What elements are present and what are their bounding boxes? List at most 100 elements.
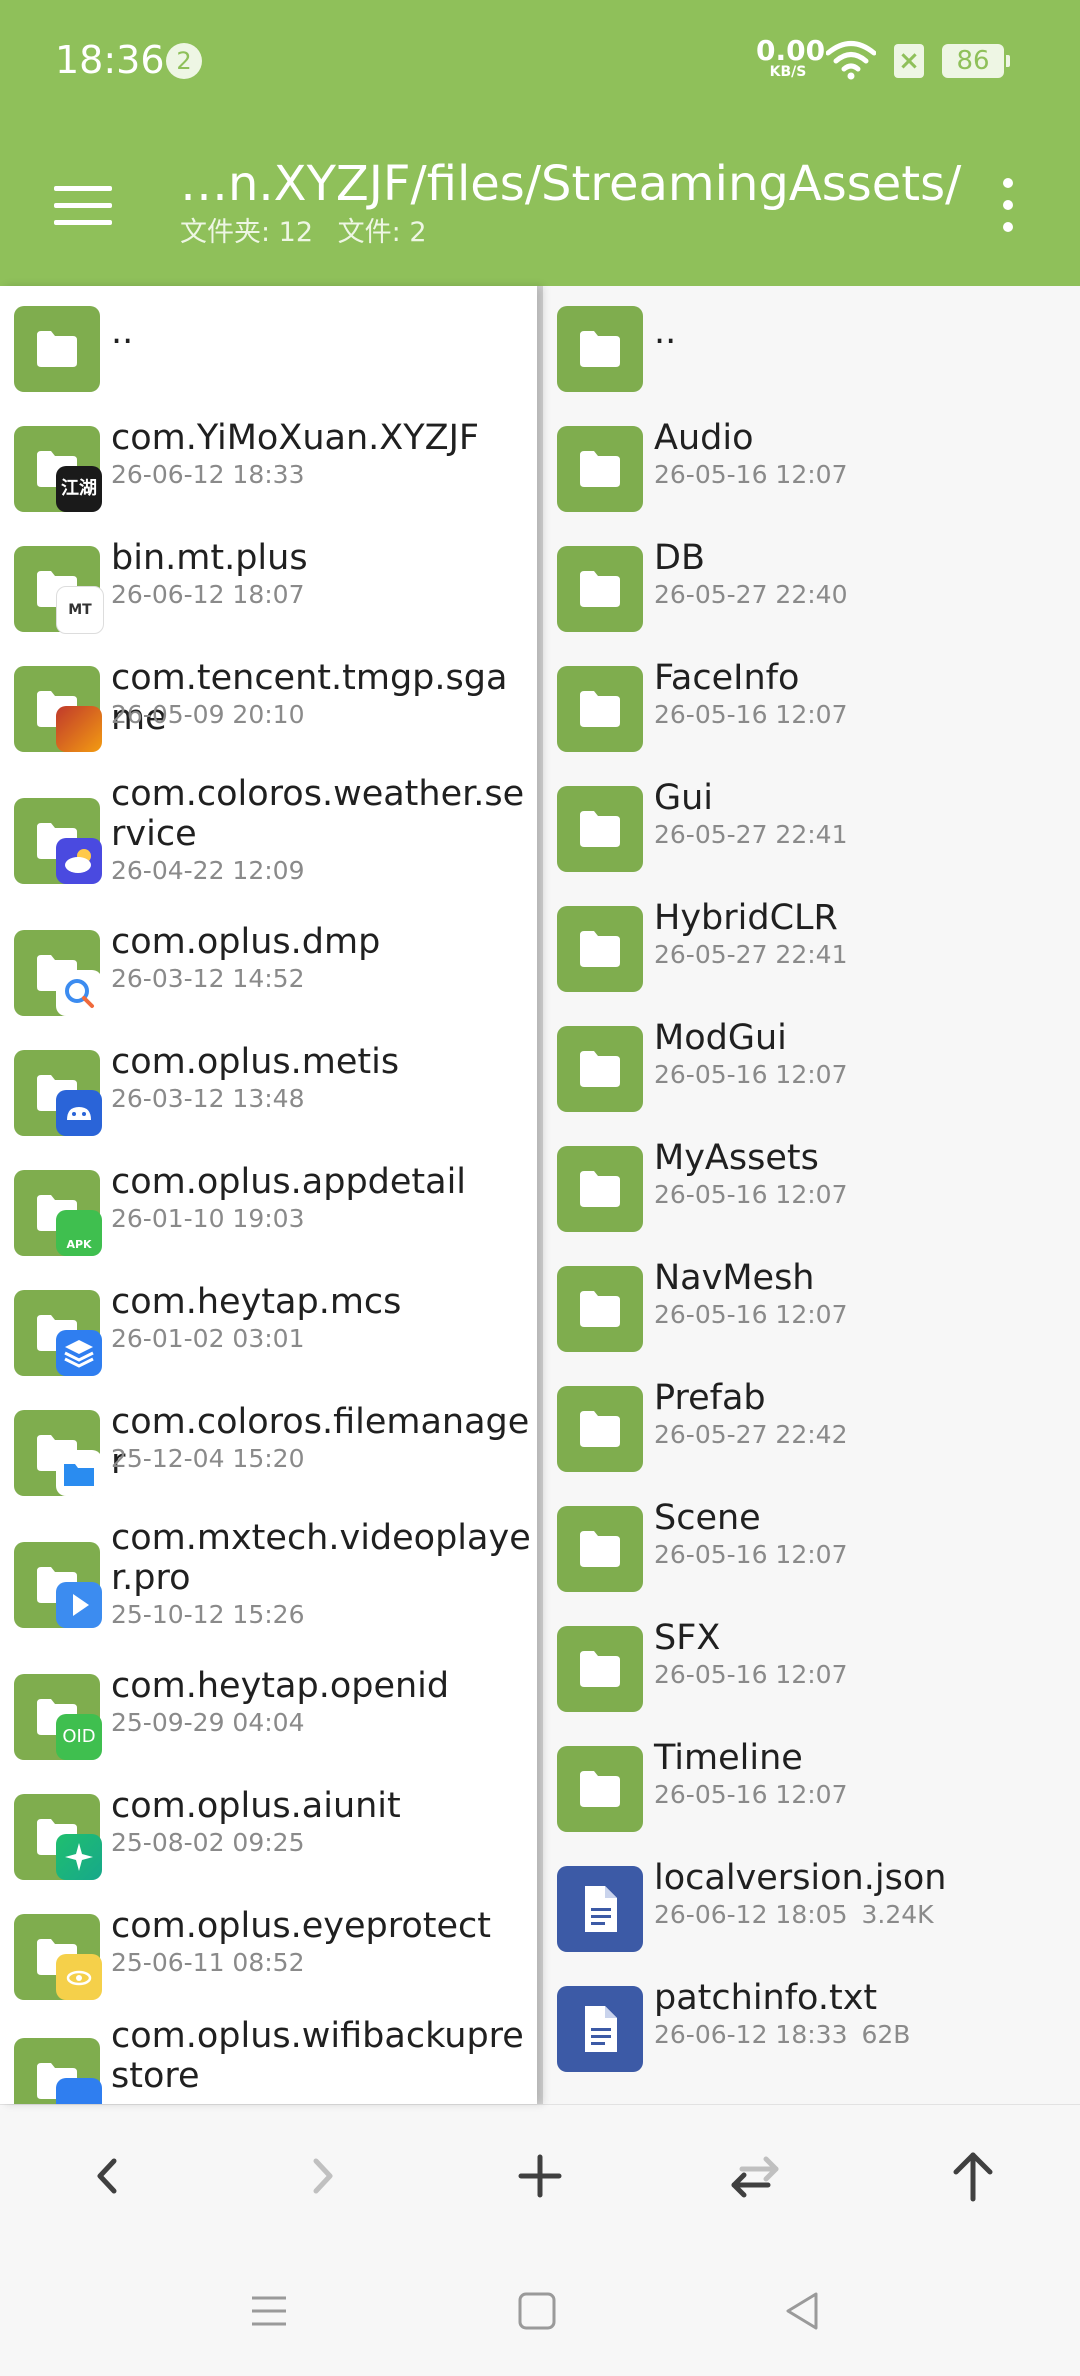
current-path[interactable]: …n.XYZJF/files/StreamingAssets/: [180, 156, 961, 212]
menu-icon[interactable]: [54, 186, 112, 226]
item-date: 26-05-27 22:41: [654, 940, 848, 969]
more-options-icon[interactable]: [998, 178, 1018, 234]
back-triangle-icon[interactable]: [778, 2286, 828, 2336]
network-speed-value: 0.00: [756, 34, 826, 67]
item-name: com.oplus.aiunit: [111, 1786, 401, 1826]
list-item[interactable]: com.oplus.eyeprotect 25-06-11 08:52: [0, 1894, 537, 2014]
item-name: ..: [111, 312, 134, 352]
up-icon[interactable]: [938, 2141, 1008, 2211]
list-item[interactable]: Scene 26-05-16 12:07: [543, 1486, 1080, 1606]
list-item[interactable]: DB 26-05-27 22:40: [543, 526, 1080, 646]
item-counts: 文件夹: 12 文件: 2: [180, 216, 427, 250]
item-date: 26-03-12 13:48: [111, 1084, 305, 1113]
item-name: com.mxtech.videoplayer.pro: [111, 1518, 531, 1598]
list-item[interactable]: Audio 26-05-16 12:07: [543, 406, 1080, 526]
top-app-bar: 18:36 2 0.00 KB/S × 86 …n.XYZJF/files/St…: [0, 0, 1080, 286]
item-date: 25-10-12 15:26: [111, 1600, 305, 1629]
item-name: com.oplus.wifibackuprestore: [111, 2016, 524, 2096]
item-date: 26-05-16 12:07: [654, 700, 848, 729]
wifi-icon: [826, 41, 876, 80]
list-item[interactable]: com.coloros.filemanager 25-12-04 15:20: [0, 1390, 537, 1510]
list-item[interactable]: com.oplus.wifibackuprestore: [0, 2014, 537, 2104]
item-name: Timeline: [654, 1738, 803, 1778]
list-item[interactable]: ModGui 26-05-16 12:07: [543, 1006, 1080, 1126]
right-file-pane[interactable]: .. Audio 26-05-16 12:07 DB 26-05-27 22:4…: [543, 286, 1080, 2104]
app-badge-icon: MT: [56, 586, 104, 634]
item-date: 26-05-16 12:07: [654, 460, 848, 489]
list-item-parent[interactable]: ..: [0, 286, 537, 406]
item-name: bin.mt.plus: [111, 538, 308, 578]
left-file-pane[interactable]: .. 江湖 com.YiMoXuan.XYZJF 26-06-12 18:33 …: [0, 286, 537, 2104]
item-date: 26-01-10 19:03: [111, 1204, 305, 1233]
item-name: HybridCLR: [654, 898, 838, 938]
document-icon: [557, 1986, 643, 2072]
swap-icon[interactable]: [720, 2141, 790, 2211]
list-item[interactable]: Prefab 26-05-27 22:42: [543, 1366, 1080, 1486]
list-item-parent[interactable]: ..: [543, 286, 1080, 406]
item-name: com.oplus.dmp: [111, 922, 381, 962]
item-name: patchinfo.txt: [654, 1978, 878, 2018]
list-item[interactable]: com.coloros.weather.service 26-04-22 12:…: [0, 766, 537, 910]
list-item[interactable]: com.tencent.tmgp.sgame 26-05-09 20:10: [0, 646, 537, 766]
folder-icon: [557, 426, 643, 512]
item-size: 3.24K: [861, 1900, 934, 1929]
item-date: 26-05-16 12:07: [654, 1660, 848, 1689]
back-icon[interactable]: [72, 2141, 142, 2211]
folder-icon: [557, 1266, 643, 1352]
item-date: 26-05-27 22:42: [654, 1420, 848, 1449]
list-item[interactable]: NavMesh 26-05-16 12:07: [543, 1246, 1080, 1366]
item-date: 26-05-16 12:07: [654, 1780, 848, 1809]
list-item[interactable]: SFX 26-05-16 12:07: [543, 1606, 1080, 1726]
status-time: 18:36: [55, 38, 165, 82]
folder-icon: [557, 1146, 643, 1232]
file-count: 文件: 2: [337, 217, 427, 248]
list-item[interactable]: com.oplus.dmp 26-03-12 14:52: [0, 910, 537, 1030]
play-badge-icon: [56, 1582, 102, 1628]
list-item[interactable]: APK com.oplus.appdetail 26-01-10 19:03: [0, 1150, 537, 1270]
recents-icon[interactable]: [244, 2286, 294, 2336]
item-name: localversion.json: [654, 1858, 947, 1898]
item-date: 26-04-22 12:09: [111, 856, 305, 885]
list-item[interactable]: com.heytap.mcs 26-01-02 03:01: [0, 1270, 537, 1390]
list-item[interactable]: com.oplus.metis 26-03-12 13:48: [0, 1030, 537, 1150]
list-item[interactable]: OID com.heytap.openid 25-09-29 04:04: [0, 1654, 537, 1774]
app-badge-icon: 江湖: [56, 466, 102, 512]
list-item[interactable]: HybridCLR 26-05-27 22:41: [543, 886, 1080, 1006]
folder-icon: [557, 1746, 643, 1832]
item-name: DB: [654, 538, 705, 578]
list-item[interactable]: com.mxtech.videoplayer.pro 25-10-12 15:2…: [0, 1510, 537, 1654]
item-name: ModGui: [654, 1018, 787, 1058]
item-size: 62B: [861, 2020, 911, 2049]
bottom-toolbar: [0, 2104, 1080, 2247]
item-name: com.oplus.metis: [111, 1042, 400, 1082]
eye-badge-icon: [56, 1954, 102, 2000]
list-item[interactable]: MyAssets 26-05-16 12:07: [543, 1126, 1080, 1246]
item-meta: 26-06-12 18:33 62B: [654, 2020, 910, 2050]
list-item[interactable]: 江湖 com.YiMoXuan.XYZJF 26-06-12 18:33: [0, 406, 537, 526]
system-navigation-bar: [0, 2246, 1080, 2376]
folder-icon: [14, 306, 100, 392]
list-item[interactable]: FaceInfo 26-05-16 12:07: [543, 646, 1080, 766]
folder-icon: [557, 1386, 643, 1472]
item-name: NavMesh: [654, 1258, 815, 1298]
folder-icon: [557, 1026, 643, 1112]
list-item[interactable]: com.oplus.aiunit 25-08-02 09:25: [0, 1774, 537, 1894]
item-date: 26-05-16 12:07: [654, 1060, 848, 1089]
list-item[interactable]: patchinfo.txt 26-06-12 18:33 62B: [543, 1966, 1080, 2086]
forward-icon[interactable]: [288, 2141, 358, 2211]
list-item[interactable]: Gui 26-05-27 22:41: [543, 766, 1080, 886]
add-icon[interactable]: [505, 2141, 575, 2211]
list-item[interactable]: localversion.json 26-06-12 18:05 3.24K: [543, 1846, 1080, 1966]
list-item[interactable]: MT bin.mt.plus 26-06-12 18:07: [0, 526, 537, 646]
list-item[interactable]: Timeline 26-05-16 12:07: [543, 1726, 1080, 1846]
pane-divider[interactable]: [537, 286, 543, 2104]
apk-badge-icon: APK: [56, 1210, 102, 1256]
openid-badge-icon: OID: [56, 1714, 102, 1760]
home-icon[interactable]: [512, 2286, 562, 2336]
folder-icon: [557, 1626, 643, 1712]
item-name: com.oplus.appdetail: [111, 1162, 467, 1202]
item-name: Gui: [654, 778, 714, 818]
folder-icon: [557, 546, 643, 632]
item-date: 26-05-27 22:41: [654, 820, 848, 849]
item-date: 26-05-09 20:10: [111, 700, 305, 729]
